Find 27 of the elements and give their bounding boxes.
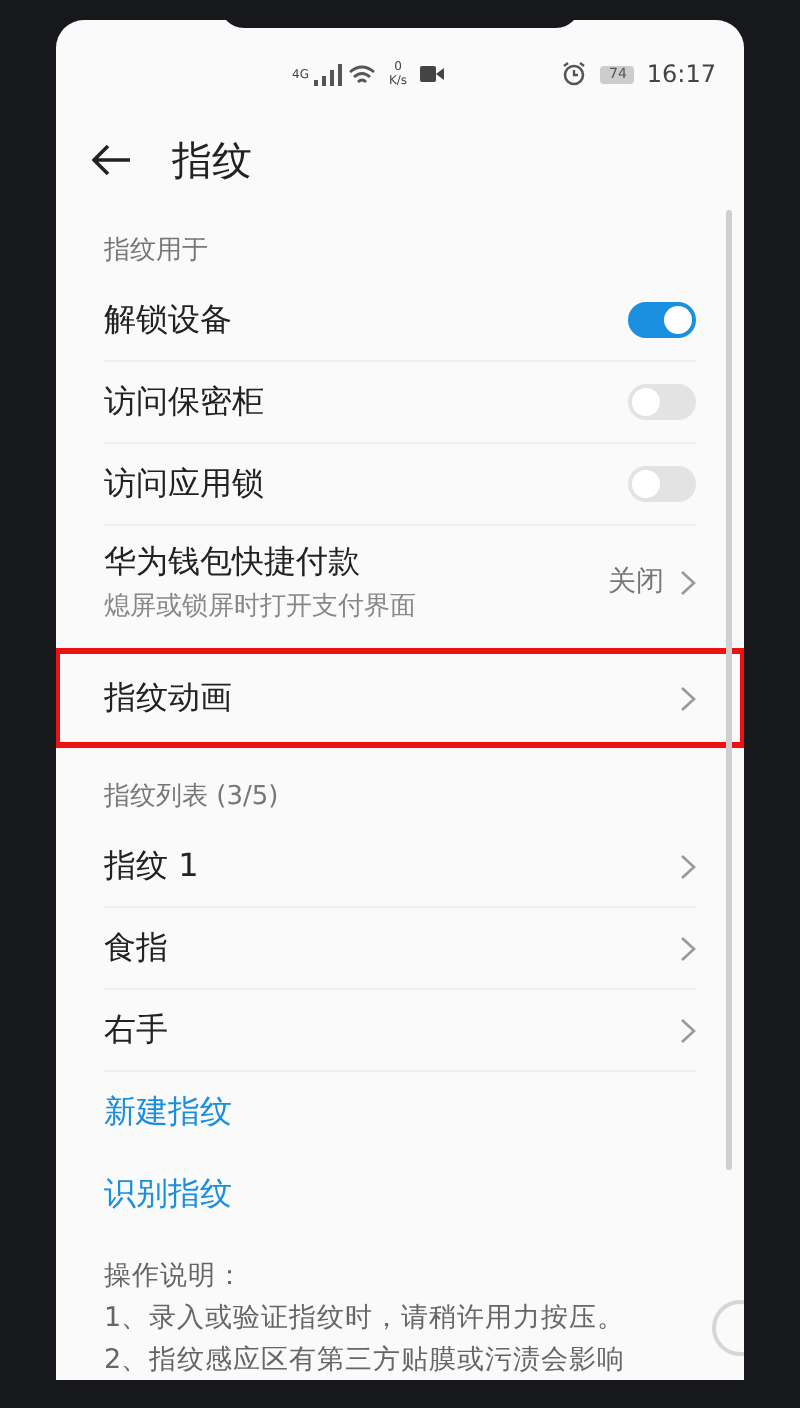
settings-row[interactable]: 访问应用锁 bbox=[104, 444, 696, 526]
page-title: 指纹 bbox=[172, 133, 252, 187]
toggle-switch[interactable] bbox=[628, 384, 696, 420]
instruction-line: 1、录入或验证指纹时，请稍许用力按压。 bbox=[104, 1300, 628, 1338]
settings-row[interactable]: 解锁设备 bbox=[104, 280, 696, 362]
chevron-right-icon bbox=[680, 935, 696, 961]
chevron-right-icon bbox=[680, 569, 696, 595]
signal-icon bbox=[314, 63, 343, 85]
settings-row[interactable]: 华为钱包快捷付款 熄屏或锁屏时打开支付界面 关闭 bbox=[104, 526, 696, 638]
chevron-right-icon bbox=[680, 685, 696, 711]
settings-row[interactable]: 指纹 1 bbox=[104, 826, 696, 908]
section-header: 指纹列表 (3/5) bbox=[104, 780, 281, 816]
settings-row[interactable]: 右手 bbox=[104, 990, 696, 1072]
instructions-title: 操作说明： bbox=[104, 1258, 246, 1296]
alarm-icon bbox=[562, 62, 587, 86]
wifi-icon bbox=[348, 63, 377, 85]
instruction-line: 2、指纹感应区有第三方贴膜或污渍会影响 bbox=[104, 1342, 628, 1380]
section-header: 指纹用于 bbox=[104, 234, 210, 270]
chevron-right-icon bbox=[680, 1017, 696, 1043]
settings-row[interactable]: 食指 bbox=[104, 908, 696, 990]
video-camera-icon bbox=[419, 66, 444, 82]
settings-row[interactable]: 指纹动画 bbox=[60, 654, 740, 742]
toggle-switch[interactable] bbox=[628, 466, 696, 502]
chevron-right-icon bbox=[680, 853, 696, 879]
status-time: 16:17 bbox=[646, 60, 716, 88]
toggle-switch[interactable] bbox=[628, 302, 696, 338]
settings-row[interactable]: 访问保密柜 bbox=[104, 362, 696, 444]
